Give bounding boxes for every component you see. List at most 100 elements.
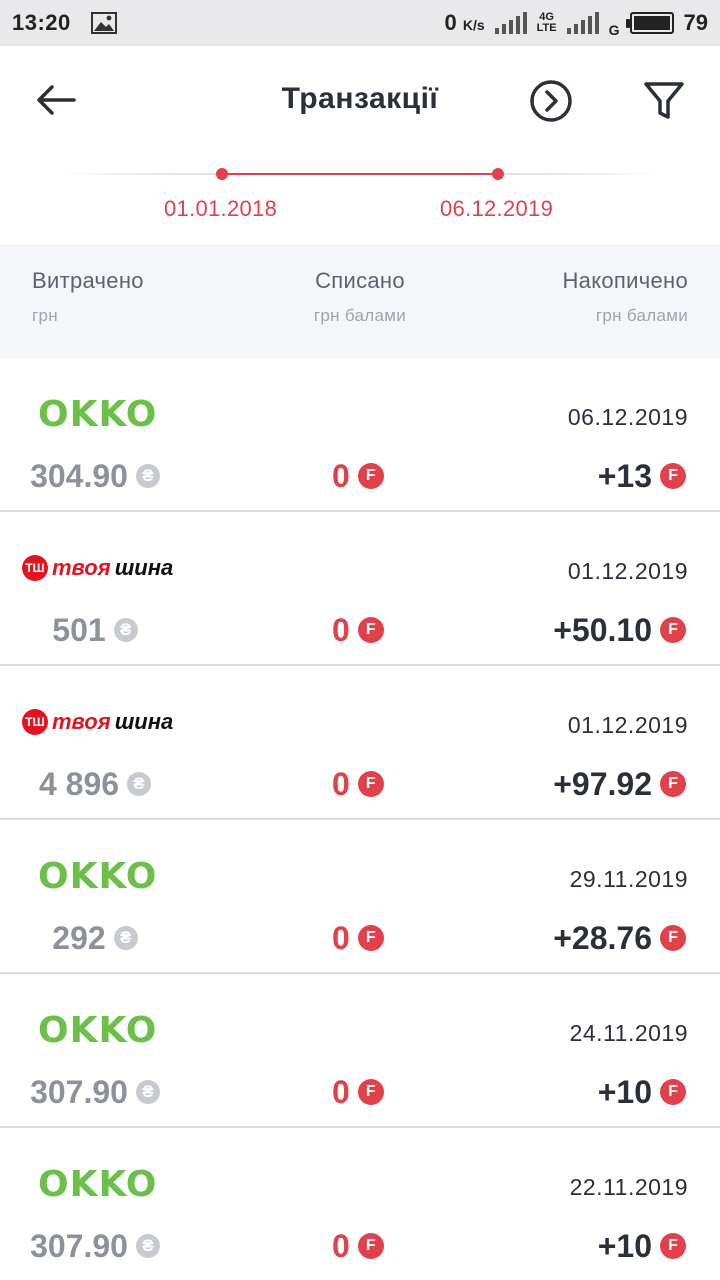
signal-1-icon [494,12,527,34]
written-amount: 0 F [332,608,384,652]
network-speed-unit: K/s [462,17,485,33]
points-icon: F [357,617,384,643]
transaction-row[interactable]: ТШ твоя шина 01.12.2019 501 ₴ 0 F +50.10 … [0,512,720,666]
tshina-badge-icon: ТШ [22,709,48,735]
tshina-logo: ТШ твоя шина [22,550,173,586]
column-headers: Витрачено грн Списано грн балами Накопич… [0,244,720,358]
circle-chevron-right-icon [530,80,572,122]
transaction-row[interactable]: OKKO 29.11.2019 292 ₴ 0 F +28.76 F [0,820,720,974]
date-range-selection [222,173,498,175]
written-value: 0 [332,919,350,956]
points-icon: F [357,925,384,951]
transaction-list: OKKO 06.12.2019 304.90 ₴ 0 F +13 F ТШ тв… [0,358,720,1280]
written-value: 0 [332,457,350,494]
written-value: 0 [332,1073,350,1110]
earned-amount: +10 F [598,1070,686,1114]
written-unit: грн балами [313,306,407,325]
written-value: 0 [332,611,350,648]
points-icon: F [660,617,686,643]
spent-value: 501 [52,611,106,648]
written-value: 0 [332,1227,350,1264]
spent-amount: 304.90 ₴ [0,454,190,498]
spent-amount: 4 896 ₴ [0,762,190,806]
earned-column-header: Накопичено грн балами [562,268,688,326]
merchant-name: OKKO [38,855,158,897]
transaction-date: 24.11.2019 [569,1020,688,1046]
transaction-row[interactable]: OKKO 24.11.2019 307.90 ₴ 0 F +10 F [0,974,720,1128]
earned-value: +28.76 [553,919,652,956]
app-header: Транзакції 01.01.2018 06.12.2019 [0,46,720,244]
network-speed: 0 K/s [444,10,484,36]
next-button[interactable] [526,76,576,126]
spent-value: 307.90 [30,1227,128,1264]
earned-value: +97.92 [553,765,652,802]
transaction-date: 06.12.2019 [567,404,688,430]
hryvnia-icon: ₴ [127,772,152,796]
merchant-name: OKKO [38,393,158,435]
hryvnia-icon: ₴ [113,926,138,950]
battery-level: 79 [683,10,708,35]
merchant-name-suffix: шина [114,555,174,580]
earned-value: +10 [597,1227,652,1264]
merchant-name: OKKO [38,1163,158,1205]
spent-value: 4 896 [38,765,120,802]
gallery-icon [90,12,117,34]
okko-logo: OKKO [38,1163,158,1205]
status-right: 0 K/s 4G LTE G 79 [444,10,708,38]
written-amount: 0 F [332,916,384,960]
hryvnia-icon: ₴ [135,1234,160,1258]
date-range-end-handle[interactable] [492,168,504,180]
date-range-start-handle[interactable] [216,168,228,180]
spent-label: Витрачено [32,268,144,293]
battery-icon [625,12,674,34]
tshina-logo-mark: ТШ твоя шина [22,709,173,735]
earned-amount: +13 F [598,454,686,498]
points-icon: F [660,1079,686,1105]
merchant-name: OKKO [38,1009,158,1051]
okko-logo: OKKO [38,1009,158,1051]
earned-unit: грн балами [595,306,688,325]
filter-button[interactable] [638,76,690,126]
points-icon: F [660,1233,686,1259]
merchant-name: твоя [52,709,111,734]
spent-value: 304.90 [30,457,128,494]
okko-logo: OKKO [38,855,158,897]
page-title: Транзакції [281,82,439,115]
network-speed-value: 0 [444,10,457,35]
transaction-date: 01.12.2019 [567,712,688,738]
tshina-logo: ТШ твоя шина [22,704,173,740]
status-bar: 13:20 0 K/s 4G LTE G 79 [0,0,720,46]
written-amount: 0 F [332,1070,384,1114]
hryvnia-icon: ₴ [135,464,160,488]
transaction-row[interactable]: OKKO 22.11.2019 307.90 ₴ 0 F +10 F [0,1128,720,1280]
written-label: Списано [315,268,405,293]
okko-logo: OKKO [38,393,158,435]
spent-unit: грн [32,306,58,325]
earned-amount: +10 F [598,1224,686,1268]
tshina-badge-icon: ТШ [22,555,48,581]
earned-value: +13 [597,457,652,494]
written-amount: 0 F [332,1224,384,1268]
transaction-row[interactable]: ТШ твоя шина 01.12.2019 4 896 ₴ 0 F +97.9… [0,666,720,820]
date-to-label: 06.12.2019 [440,196,554,221]
written-column-header: Списано грн балами [260,268,460,326]
network-type-2: G [608,22,620,38]
hryvnia-icon: ₴ [113,618,138,642]
merchant-name: твоя [52,555,111,580]
spent-amount: 307.90 ₴ [0,1224,190,1268]
points-icon: F [357,1233,384,1259]
spent-amount: 292 ₴ [0,916,190,960]
written-value: 0 [332,765,350,802]
network-type-label: 4G LTE [537,12,557,34]
transaction-row[interactable]: OKKO 06.12.2019 304.90 ₴ 0 F +13 F [0,358,720,512]
points-icon: F [357,771,384,797]
signal-2-icon [566,12,599,34]
earned-value: +50.10 [553,611,652,648]
earned-value: +10 [597,1073,652,1110]
spent-amount: 501 ₴ [0,608,190,652]
earned-amount: +28.76 F [553,916,686,960]
hryvnia-icon: ₴ [135,1080,160,1104]
date-range-slider[interactable]: 01.01.2018 06.12.2019 [0,166,720,236]
spent-amount: 307.90 ₴ [0,1070,190,1114]
filter-icon [644,82,684,119]
